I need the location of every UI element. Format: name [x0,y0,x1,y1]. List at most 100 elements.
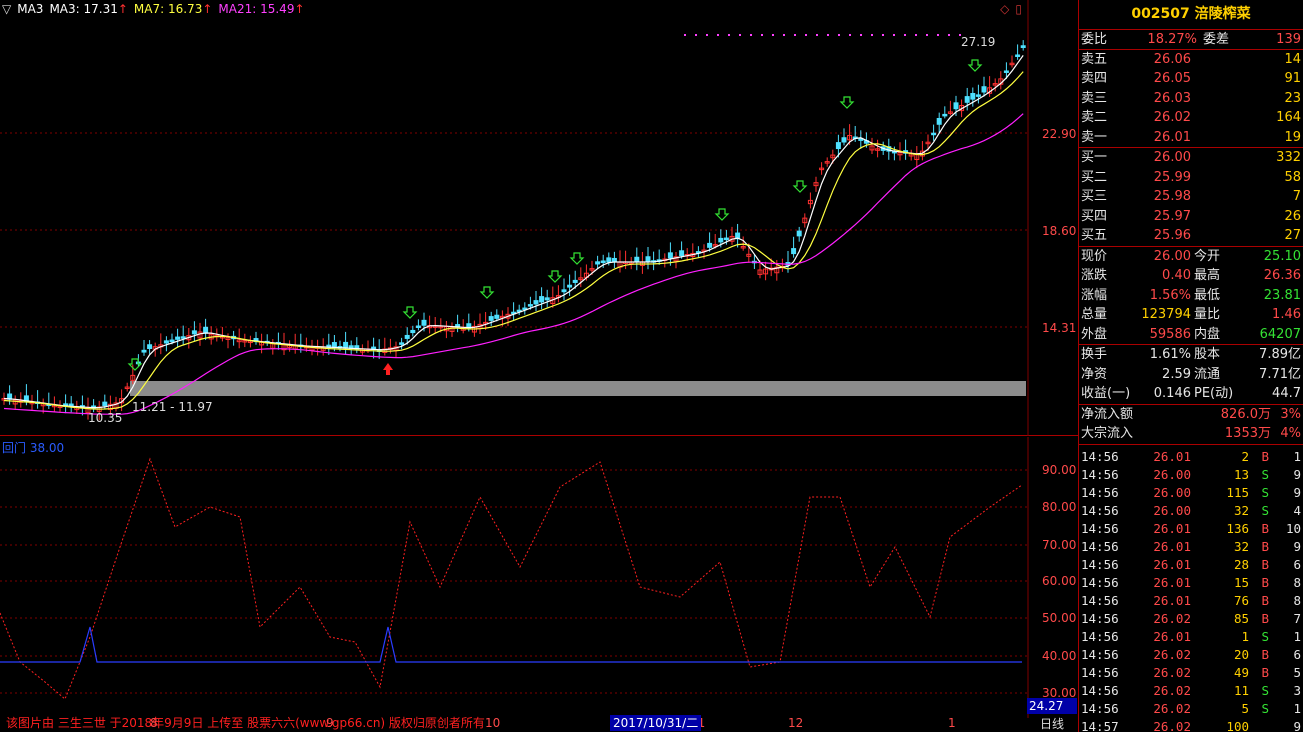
trade-side: B [1261,538,1269,554]
trade-row: 14:56 26.01 1 S 1 [1079,628,1303,646]
signal-dot [838,34,840,36]
tick-trades-list[interactable]: 14:56 26.01 2 B 1 14:56 26.00 13 S 9 14:56 26.00 115… [1079,443,1303,732]
candle-body [791,248,797,255]
buy-signal-arrow-icon [547,270,563,283]
candle-body [1015,54,1021,57]
signal-dot [849,34,851,36]
diff-value: 139 [1276,32,1301,47]
candle-body [707,242,713,248]
buy-signal-arrow-icon [479,286,495,299]
indicator-legend: 回门 38.00 [2,441,65,455]
trade-count: 8 [1293,574,1301,590]
candle-body [163,340,169,344]
candle-body [488,316,494,321]
candle-body [931,132,937,136]
trade-count: 8 [1293,592,1301,608]
ma7-line [3,71,1024,410]
buy-row[interactable]: 买二 25.99 58 [1079,168,1303,188]
window-toggle-icon[interactable]: ▯ [1015,2,1022,16]
trade-volume: 49 [1233,664,1249,680]
trade-count: 6 [1293,646,1301,662]
candle-body [679,250,685,257]
ratio-label: 委比 [1081,32,1108,47]
signal-dot [805,34,807,36]
trade-volume: 28 [1233,556,1249,572]
month-tick-8: 8 [150,716,158,730]
stock-header[interactable]: 002507 涪陵榨菜 [1079,0,1303,29]
candle-body [203,326,209,334]
trade-time: 14:57 [1081,718,1119,732]
trade-row: 14:56 26.02 11 S 3 [1079,682,1303,700]
trade-row: 14:57 26.02 100 9 [1079,718,1303,732]
candle-body [595,261,601,265]
ind-y-60: 60.00 [1042,574,1077,588]
trade-volume: 11 [1233,682,1249,698]
stats-row: 涨幅 1.56% 最低 23.81 [1081,287,1301,303]
money-flow: 净流入额 826.0万 3% 大宗流入 1353万 4% [1079,403,1303,444]
trade-count: 1 [1293,628,1301,644]
candle-body [561,289,567,293]
signal-dot [750,34,752,36]
period-label[interactable]: 日线 [1040,715,1064,732]
flow-row: 净流入额 826.0万 3% [1081,406,1301,422]
trade-side: S [1261,628,1269,644]
candle-body [723,237,729,241]
trade-volume: 32 [1233,502,1249,518]
flow-row: 大宗流入 1353万 4% [1081,426,1301,441]
candle-body [102,401,108,407]
sell-row[interactable]: 卖五 26.06 14 [1079,50,1303,70]
trade-count: 9 [1293,484,1301,500]
trade-volume: 5 [1241,700,1249,716]
candle-body [718,237,724,243]
buy-row[interactable]: 买三 25.98 7 [1079,187,1303,207]
sell-row[interactable]: 卖三 26.03 23 [1079,89,1303,109]
stats-row: 总量 123794 量比 1.46 [1081,307,1301,322]
candle-body [533,300,539,305]
trade-time: 14:56 [1081,520,1119,536]
sell-row[interactable]: 卖一 26.01 19 [1079,128,1303,148]
sell-row[interactable]: 卖二 26.02 164 [1079,108,1303,128]
buy-row[interactable]: 买五 25.96 27 [1079,226,1303,246]
indicator-chart-panel[interactable]: 回门 38.00 90.00 80.00 70.00 60.00 50.00 4… [0,437,1078,718]
trade-side: B [1261,556,1269,572]
sell-row[interactable]: 卖四 26.05 91 [1079,69,1303,89]
buy-row[interactable]: 买四 25.97 26 [1079,207,1303,227]
trade-time: 14:56 [1081,664,1119,680]
indicator-chart-svg[interactable] [0,437,1078,718]
y-label-low: 14.31 [1042,321,1077,335]
low-price-label: 10.35 [88,411,123,425]
candle-body [494,314,500,319]
chart-type-toggle-icon[interactable]: ▽ [2,2,11,16]
candle-body [796,230,802,237]
trade-price: 26.02 [1153,646,1191,662]
sell-signal-arrow-icon [383,363,393,375]
signal-dot [783,34,785,36]
signal-dot [816,34,818,36]
trade-volume: 1 [1241,628,1249,644]
price-chart-svg[interactable] [0,0,1078,436]
trade-volume: 32 [1233,538,1249,554]
y-label-mid: 18.60 [1042,224,1077,238]
trade-price: 26.01 [1153,448,1191,464]
highlight-band [130,381,1026,396]
candle-body [410,329,416,334]
trade-price: 26.02 [1153,700,1191,716]
candle-body [841,137,847,143]
trade-side: S [1261,502,1269,518]
diamond-icon[interactable]: ◇ [1000,2,1009,16]
signal-dot [772,34,774,36]
price-chart-panel[interactable]: ▽ MA3 MA3: 17.31↑ MA7: 16.73↑ MA21: 15.4… [0,0,1078,436]
buy-signal-arrow-icon [569,252,585,265]
ind-y-50: 50.00 [1042,611,1077,625]
signal-dot [937,34,939,36]
indicator-line [0,457,1023,700]
trade-side: B [1261,646,1269,662]
candle-body [141,349,147,353]
candle-body [399,342,405,345]
trade-side: S [1261,466,1269,482]
signal-dot [904,34,906,36]
trade-volume: 85 [1233,610,1249,626]
buy-row[interactable]: 买一 26.00 332 [1079,148,1303,168]
trade-time: 14:56 [1081,538,1119,554]
trade-row: 14:56 26.01 136 B 10 [1079,520,1303,538]
